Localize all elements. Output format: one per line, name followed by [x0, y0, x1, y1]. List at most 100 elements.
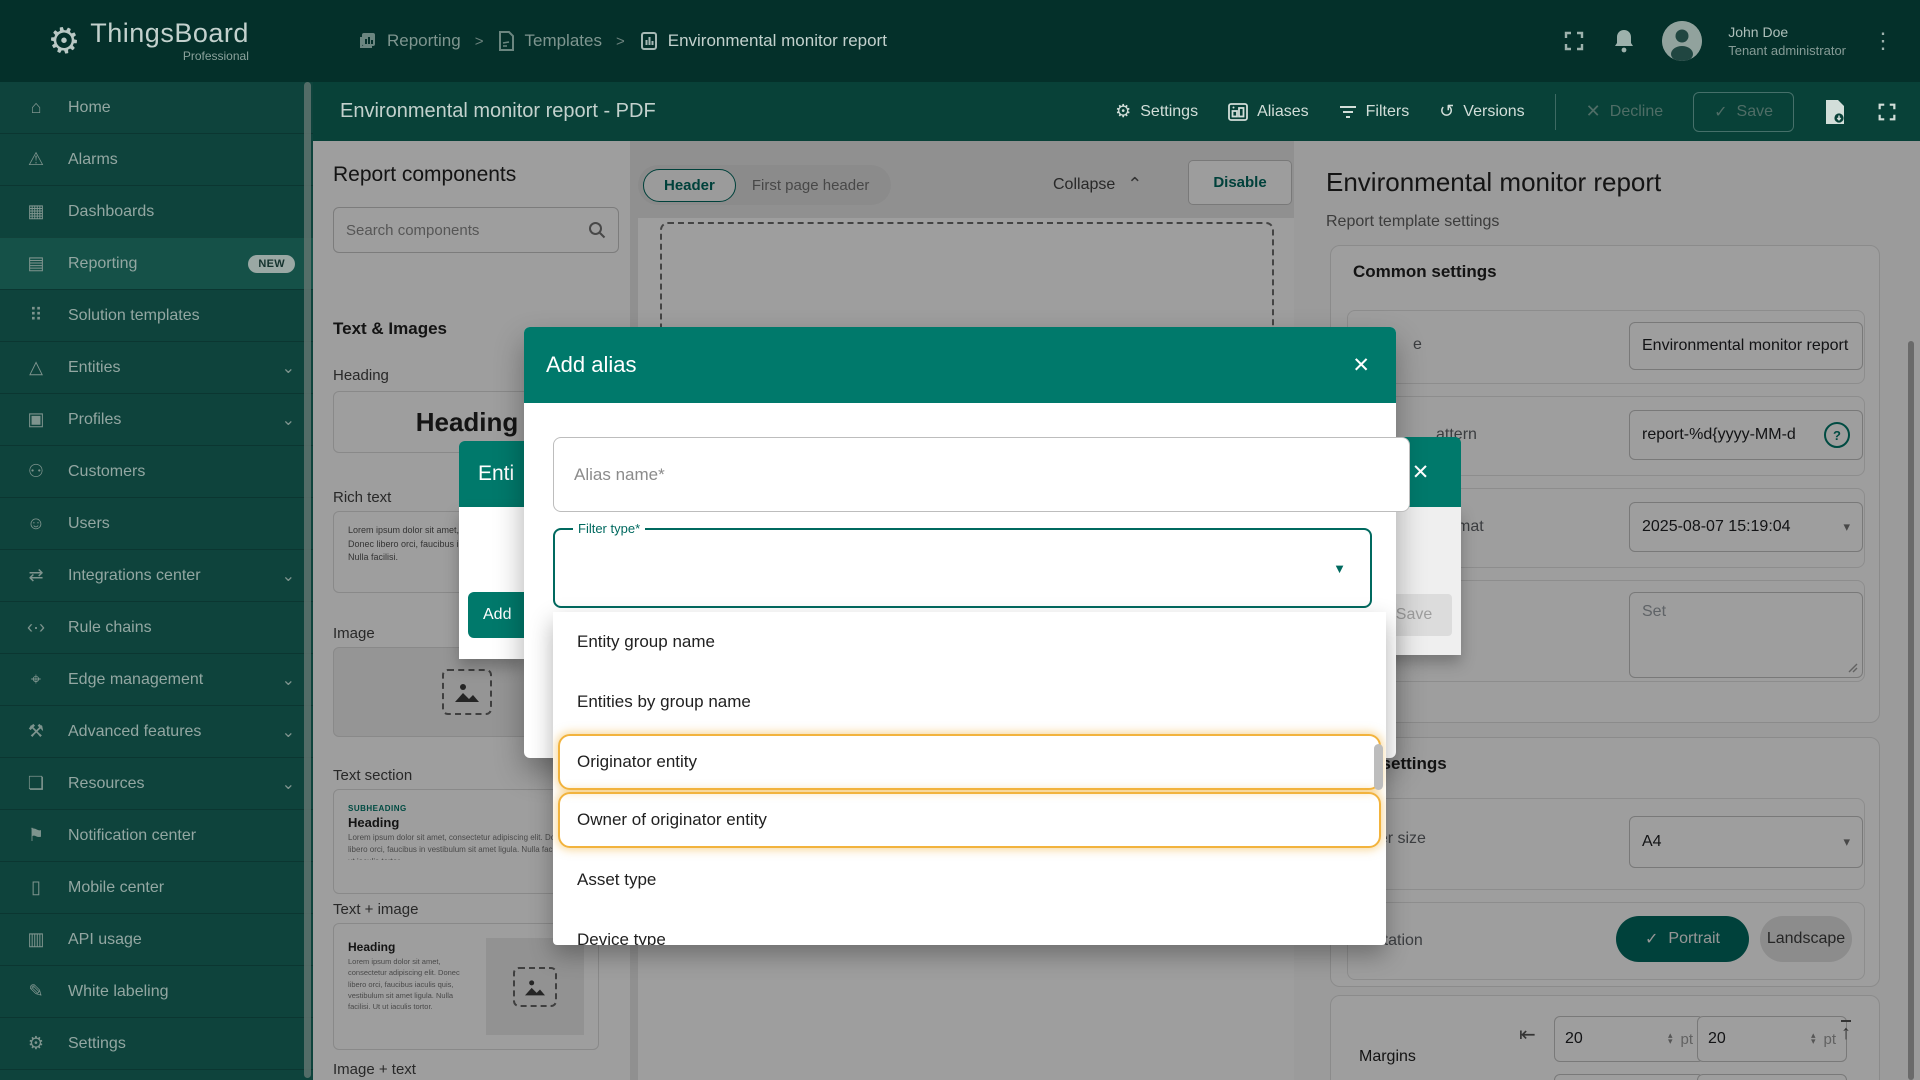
- option-owner-of-originator-entity[interactable]: Owner of originator entity: [558, 792, 1381, 848]
- breadcrumb-separator: >: [616, 33, 625, 50]
- sidebar-item-alarms[interactable]: ⚠Alarms: [0, 133, 313, 185]
- topbar-actions: John Doe Tenant administrator ⋮: [1562, 21, 1894, 61]
- home-icon: ⌂: [24, 97, 48, 118]
- report-toolbar: Environmental monitor report - PDF ⚙Sett…: [313, 82, 1920, 141]
- filter-type-label: Filter type*: [573, 521, 645, 536]
- option-entity-group-name[interactable]: Entity group name: [553, 612, 1386, 672]
- option-asset-type[interactable]: Asset type: [553, 850, 1386, 910]
- reporting-icon: [358, 31, 378, 51]
- settings-button[interactable]: ⚙Settings: [1115, 101, 1198, 122]
- breadcrumb-current-page: Environmental monitor report: [639, 31, 887, 51]
- sidebar-item-edge-management[interactable]: ⌖Edge management⌄: [0, 653, 313, 705]
- breadcrumb: Reporting > Templates > Environmental mo…: [358, 31, 887, 51]
- generate-report-icon[interactable]: [1824, 99, 1846, 125]
- users-icon: ☺: [24, 513, 48, 534]
- app-logo[interactable]: ⚙ ThingsBoard Professional: [48, 20, 313, 63]
- sidebar-item-users[interactable]: ☺Users: [0, 497, 313, 549]
- sidebar-item-mobile-center[interactable]: ▯Mobile center: [0, 861, 313, 913]
- notifications-bell-icon[interactable]: [1612, 28, 1636, 54]
- chevron-down-icon: ⌄: [282, 774, 295, 794]
- history-icon: ↺: [1439, 101, 1454, 122]
- alias-name-input[interactable]: Alias name*: [553, 437, 1410, 512]
- entities-icon: △: [24, 357, 48, 378]
- sidebar-item-solution-templates[interactable]: ⠿Solution templates: [0, 289, 313, 341]
- close-icon[interactable]: ✕: [1352, 353, 1370, 378]
- breadcrumb-separator: >: [475, 33, 484, 50]
- toolbar-divider: [1555, 94, 1556, 130]
- gear-icon: ⚙: [1115, 101, 1131, 122]
- sidebar-scrollbar[interactable]: [304, 82, 311, 1078]
- templates-icon: [497, 31, 515, 51]
- report-toolbar-actions: ⚙Settings Aliases Filters ↺Versions ✕Dec…: [1115, 92, 1898, 132]
- option-entities-by-group-name[interactable]: Entities by group name: [553, 672, 1386, 732]
- chevron-down-icon: ⌄: [282, 358, 295, 378]
- sidebar-item-settings[interactable]: ⚙Settings: [0, 1017, 313, 1069]
- top-bar: ⚙ ThingsBoard Professional Reporting > T…: [0, 0, 1920, 82]
- sidebar-item-white-labeling[interactable]: ✎White labeling: [0, 965, 313, 1017]
- chevron-down-icon: ⌄: [282, 410, 295, 430]
- option-device-type[interactable]: Device type: [553, 910, 1386, 945]
- chevron-down-icon: ⌄: [282, 566, 295, 586]
- expand-fullscreen-icon[interactable]: [1876, 101, 1898, 123]
- check-icon: ✓: [1714, 102, 1727, 122]
- user-name: John Doe: [1728, 23, 1846, 42]
- aliases-button[interactable]: Aliases: [1228, 103, 1309, 121]
- report-icon: [639, 31, 659, 51]
- alarms-icon: ⚠: [24, 149, 48, 170]
- new-badge: NEW: [248, 255, 295, 273]
- breadcrumb-reporting[interactable]: Reporting: [358, 31, 461, 51]
- aliases-icon: [1228, 103, 1248, 121]
- sidebar-item-rule-chains[interactable]: ‹·›Rule chains: [0, 601, 313, 653]
- filters-button[interactable]: Filters: [1339, 103, 1410, 121]
- sidebar-item-resources[interactable]: ❏Resources⌄: [0, 757, 313, 809]
- sidebar-item-dashboards[interactable]: ▦Dashboards: [0, 185, 313, 237]
- integrations-icon: ⇄: [24, 565, 48, 586]
- rule-chains-icon: ‹·›: [24, 617, 48, 638]
- logo-title: ThingsBoard: [90, 20, 249, 47]
- sidebar-item-reporting[interactable]: ▤ReportingNEW: [0, 237, 313, 289]
- report-toolbar-title: Environmental monitor report - PDF: [340, 100, 656, 123]
- sidebar-item-security[interactable]: ◆Security⌄: [0, 1069, 313, 1080]
- decline-button[interactable]: ✕Decline: [1586, 101, 1663, 122]
- sidebar-item-customers[interactable]: ⚇Customers: [0, 445, 313, 497]
- app-screen: ⚙ ThingsBoard Professional Reporting > T…: [0, 0, 1920, 1080]
- sidebar-item-api-usage[interactable]: ▥API usage: [0, 913, 313, 965]
- sidebar-item-integrations-center[interactable]: ⇄Integrations center⌄: [0, 549, 313, 601]
- dropdown-caret-icon: ▼: [1333, 561, 1346, 576]
- versions-button[interactable]: ↺Versions: [1439, 101, 1524, 122]
- more-menu-icon[interactable]: ⋮: [1872, 28, 1894, 54]
- breadcrumb-templates[interactable]: Templates: [497, 31, 601, 51]
- logo-subtitle: Professional: [90, 49, 249, 63]
- sidebar-item-home[interactable]: ⌂Home: [0, 82, 313, 133]
- fullscreen-icon[interactable]: [1562, 29, 1586, 53]
- filter-icon: [1339, 105, 1357, 119]
- resources-icon: ❏: [24, 773, 48, 794]
- solution-templates-icon: ⠿: [24, 305, 48, 326]
- dropdown-scrollbar[interactable]: [1374, 744, 1383, 790]
- edge-management-icon: ⌖: [24, 669, 48, 690]
- option-originator-entity[interactable]: Originator entity: [558, 734, 1381, 790]
- sidebar-item-advanced-features[interactable]: ⚒Advanced features⌄: [0, 705, 313, 757]
- chevron-down-icon: ⌄: [282, 670, 295, 690]
- close-icon: ✕: [1586, 101, 1601, 122]
- save-button[interactable]: ✓Save: [1693, 92, 1794, 132]
- thingsboard-logo-icon: ⚙: [44, 17, 84, 65]
- chevron-down-icon: ⌄: [282, 722, 295, 742]
- api-usage-icon: ▥: [24, 929, 48, 950]
- dashboards-icon: ▦: [24, 201, 48, 222]
- notification-center-icon: ⚑: [24, 825, 48, 846]
- sidebar-item-notification-center[interactable]: ⚑Notification center: [0, 809, 313, 861]
- close-icon: ✕: [1412, 460, 1430, 485]
- user-role: Tenant administrator: [1728, 42, 1846, 60]
- sidebar-nav: ⌂Home ⚠Alarms ▦Dashboards ▤ReportingNEW …: [0, 82, 313, 1080]
- user-avatar[interactable]: [1662, 21, 1702, 61]
- mobile-center-icon: ▯: [24, 877, 48, 898]
- white-labeling-icon: ✎: [24, 981, 48, 1002]
- alias-name-placeholder: Alias name*: [574, 465, 665, 485]
- customers-icon: ⚇: [24, 461, 48, 482]
- sidebar-item-entities[interactable]: △Entities⌄: [0, 341, 313, 393]
- profiles-icon: ▣: [24, 409, 48, 430]
- filter-type-select[interactable]: Filter type* ▼: [553, 528, 1372, 608]
- user-info[interactable]: John Doe Tenant administrator: [1728, 23, 1846, 59]
- sidebar-item-profiles[interactable]: ▣Profiles⌄: [0, 393, 313, 445]
